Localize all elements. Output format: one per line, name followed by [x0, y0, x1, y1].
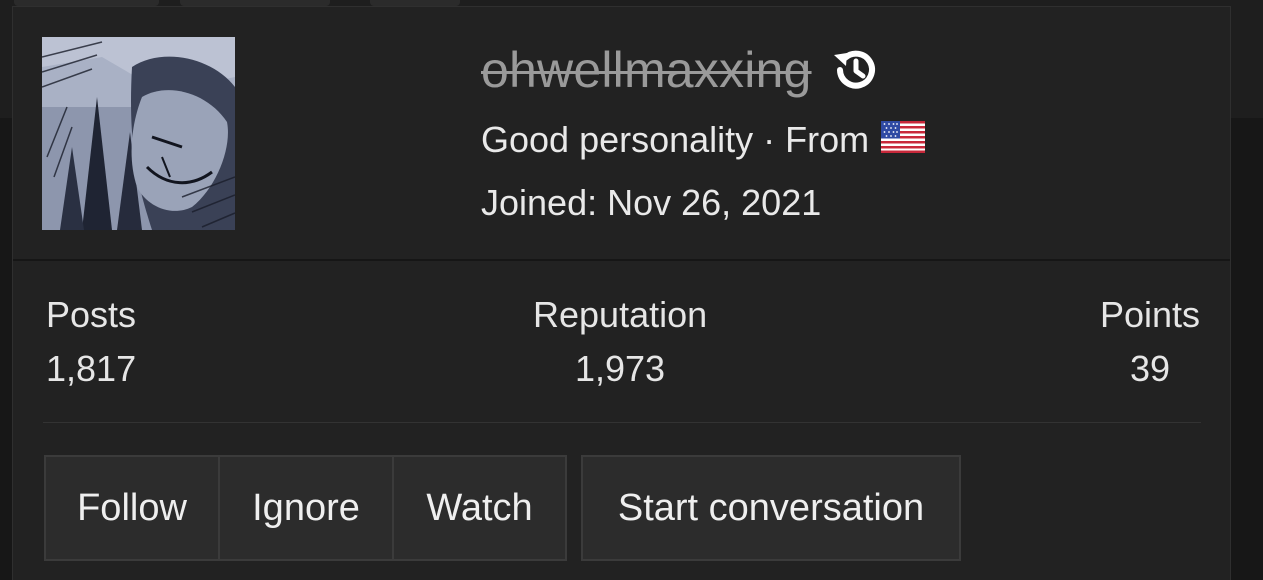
stat-points[interactable]: Points 39 [1100, 297, 1200, 387]
follow-button[interactable]: Follow [44, 455, 220, 561]
ignore-button[interactable]: Ignore [220, 455, 394, 561]
member-actions: Follow Ignore Watch Start conversation [44, 455, 961, 561]
stat-points-label: Points [1099, 294, 1200, 335]
user-title: Good personality · From [481, 119, 870, 160]
user-title-line: Good personality · From [481, 119, 926, 160]
username-history-icon[interactable] [830, 44, 882, 96]
stat-posts[interactable]: Posts 1,817 [46, 297, 136, 387]
joined-date: Joined: Nov 26, 2021 [481, 182, 822, 223]
stat-reputation-value: 1,973 [574, 348, 666, 389]
stat-posts-label: Posts [46, 294, 137, 335]
section-divider [13, 259, 1230, 261]
username-row: ohwellmaxxing [481, 37, 882, 103]
us-flag-icon [881, 121, 926, 159]
stats-divider [43, 422, 1201, 423]
member-tooltip-card: ohwellmaxxing Good personality · From Jo… [12, 6, 1231, 580]
stat-posts-value: 1,817 [46, 348, 137, 389]
avatar[interactable] [42, 37, 235, 230]
start-conversation-button[interactable]: Start conversation [581, 455, 961, 561]
username[interactable]: ohwellmaxxing [481, 45, 812, 95]
stat-reputation[interactable]: Reputation 1,973 [533, 297, 707, 387]
watch-button[interactable]: Watch [394, 455, 567, 561]
stat-points-value: 39 [1129, 348, 1170, 389]
stat-reputation-label: Reputation [533, 294, 708, 335]
